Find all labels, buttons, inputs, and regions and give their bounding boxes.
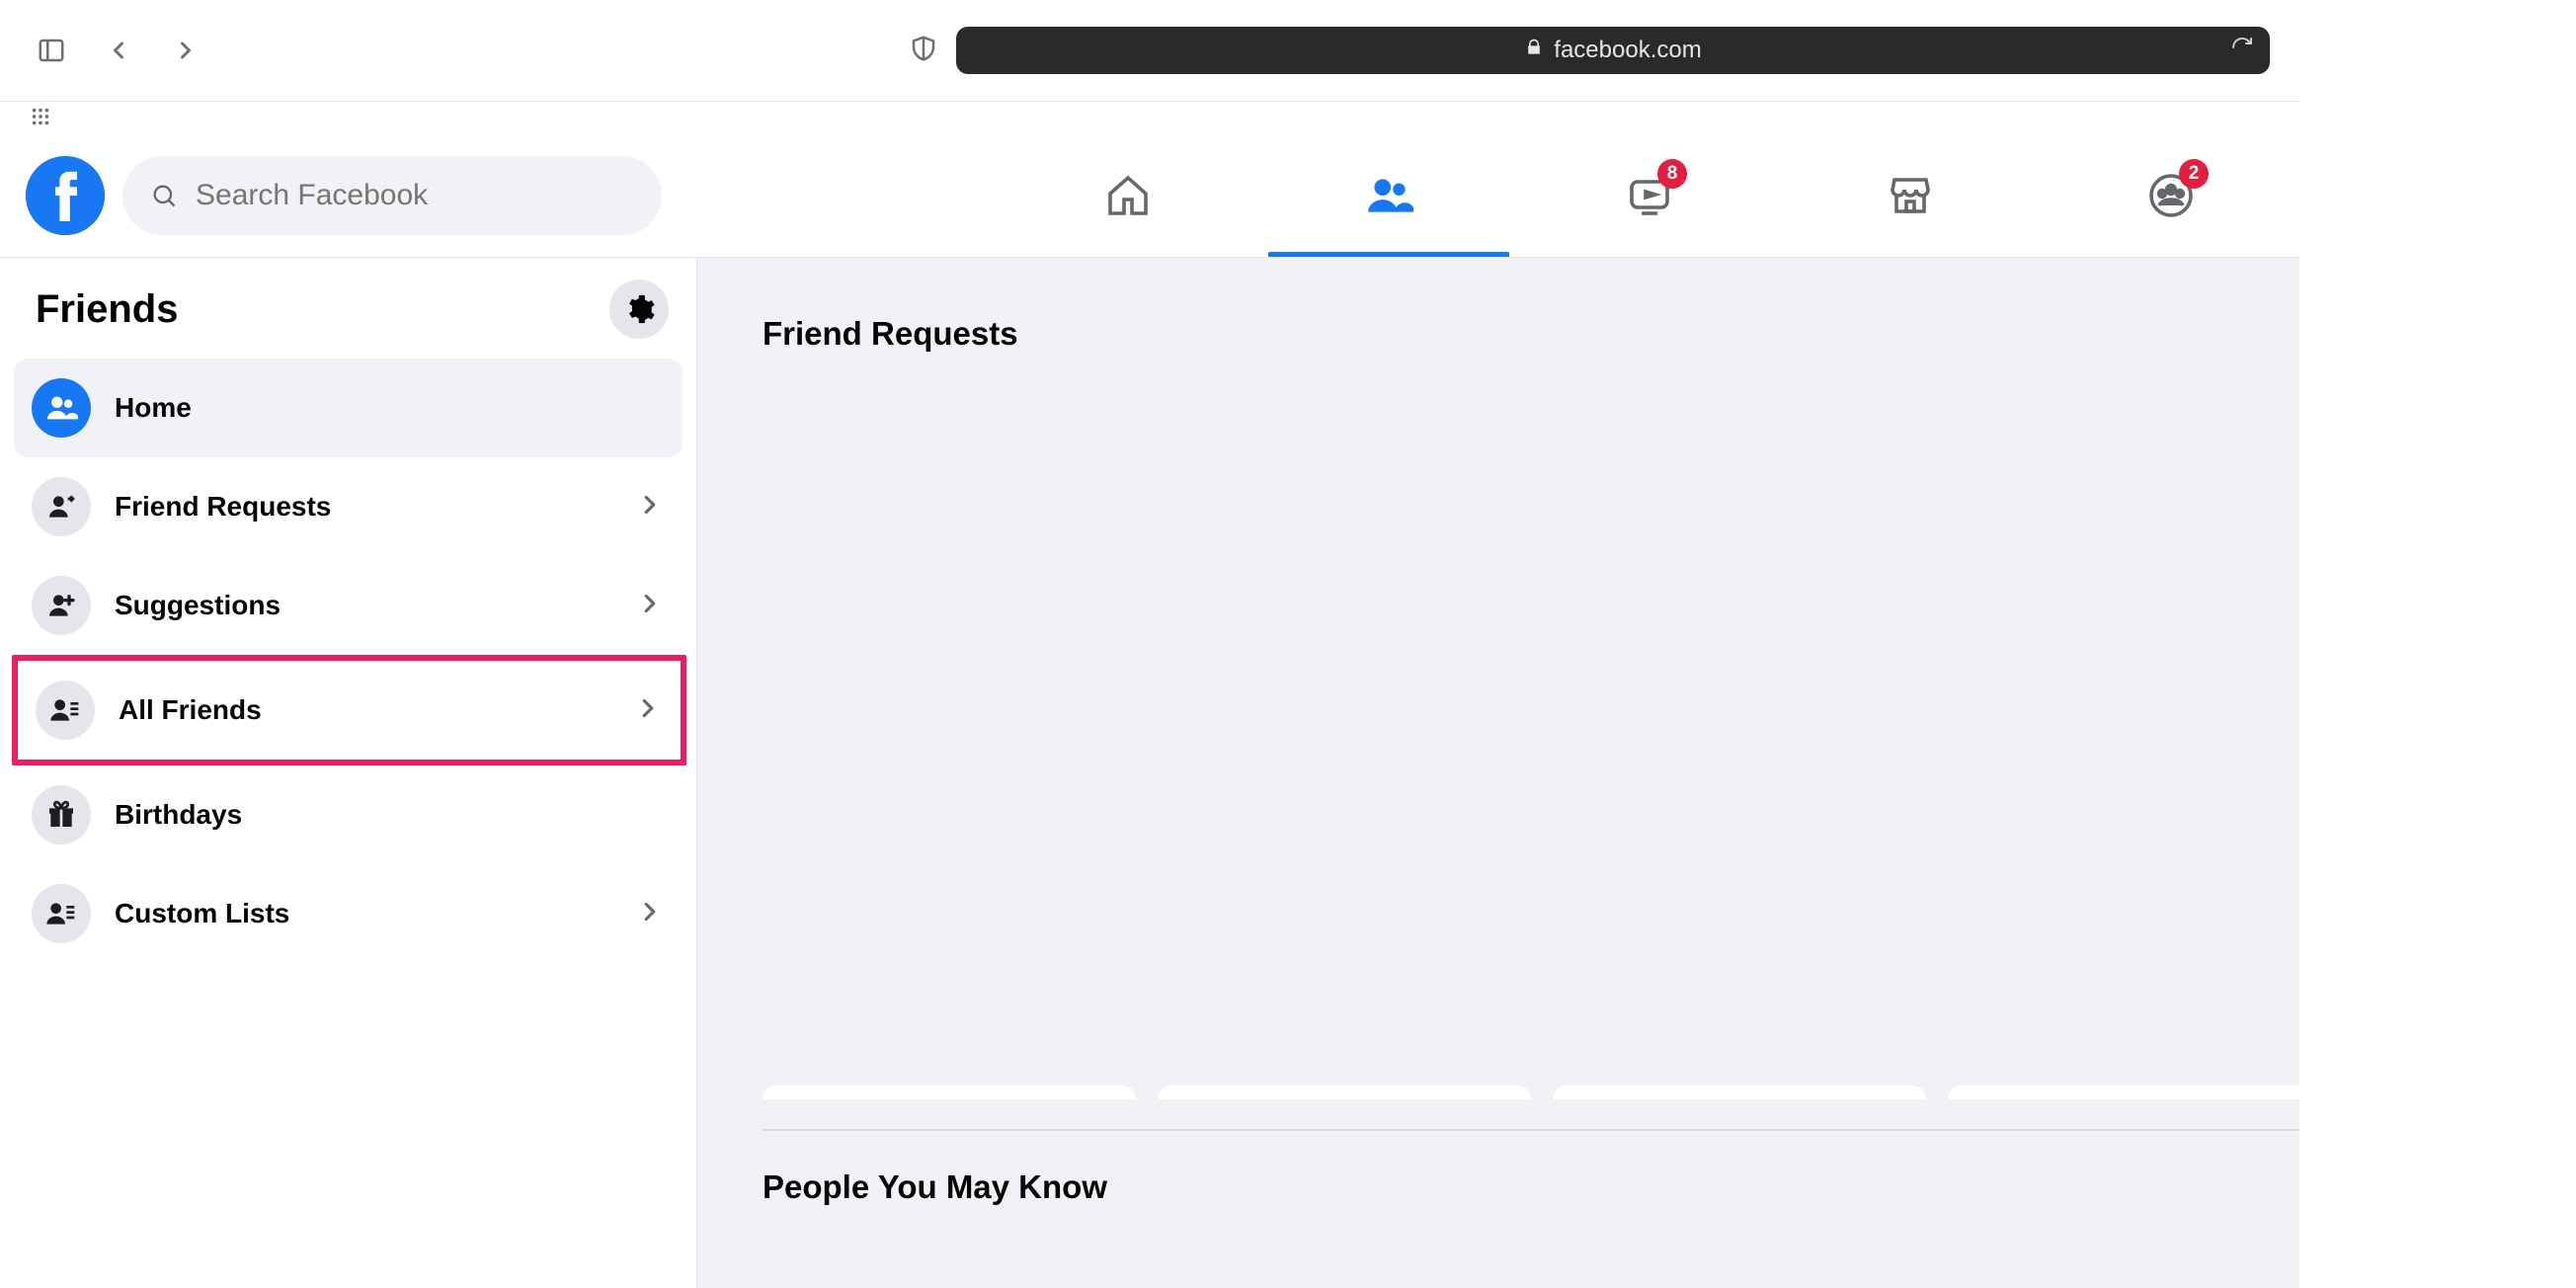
gear-icon bbox=[622, 292, 656, 326]
sidebar-item-label: Home bbox=[115, 392, 192, 424]
nav-groups[interactable]: 2 bbox=[2041, 133, 2301, 257]
sidebar-item-label: Custom Lists bbox=[115, 898, 289, 929]
facebook-logo[interactable] bbox=[26, 156, 105, 235]
friends-icon bbox=[1364, 171, 1413, 220]
sidebar-item-custom-lists[interactable]: Custom Lists bbox=[14, 864, 683, 963]
chevron-right-icon bbox=[633, 693, 663, 728]
chevron-right-icon bbox=[635, 490, 665, 524]
grid-menu-icon[interactable] bbox=[30, 106, 51, 132]
sidebar-item-all-friends[interactable]: All Friends bbox=[18, 661, 681, 760]
groups-badge: 2 bbox=[2179, 159, 2209, 189]
friend-request-card[interactable] bbox=[1158, 1086, 1531, 1099]
search-icon bbox=[150, 182, 178, 209]
facebook-top-bar: 8 2 bbox=[0, 133, 2576, 258]
friend-request-card[interactable] bbox=[763, 1086, 1136, 1099]
browser-chrome: facebook.com bbox=[0, 0, 2576, 102]
sidebar-item-suggestions[interactable]: Suggestions bbox=[14, 556, 683, 655]
section-divider bbox=[763, 1129, 2511, 1131]
reload-button[interactable] bbox=[2230, 36, 2254, 66]
friend-request-card[interactable] bbox=[1553, 1086, 1926, 1099]
browser-favorites-row bbox=[0, 102, 2576, 133]
friends-icon bbox=[32, 378, 91, 438]
nav-friends[interactable] bbox=[1258, 133, 1519, 257]
search-input[interactable] bbox=[196, 179, 634, 212]
forward-button[interactable] bbox=[164, 29, 207, 72]
marketplace-icon bbox=[1887, 172, 1934, 219]
sidebar-title: Friends bbox=[36, 287, 178, 332]
lock-icon bbox=[1524, 37, 1544, 64]
url-bar[interactable]: facebook.com bbox=[956, 27, 2270, 74]
sidebar-toggle-button[interactable] bbox=[30, 29, 73, 72]
friend-request-icon bbox=[32, 477, 91, 536]
sidebar-item-birthdays[interactable]: Birthdays bbox=[14, 765, 683, 864]
sidebar-list: Home Friend Requests Suggestions bbox=[0, 353, 696, 969]
back-button[interactable] bbox=[97, 29, 140, 72]
nav-watch[interactable]: 8 bbox=[1519, 133, 1780, 257]
highlight-annotation: All Friends bbox=[12, 655, 686, 765]
friend-list-icon bbox=[32, 884, 91, 943]
friend-add-icon bbox=[32, 576, 91, 635]
privacy-shield-icon[interactable] bbox=[909, 34, 938, 68]
friend-requests-heading: Friend Requests bbox=[763, 315, 2511, 353]
sidebar-item-label: Birthdays bbox=[115, 799, 242, 831]
people-you-may-know-heading: People You May Know bbox=[763, 1168, 2511, 1206]
friend-list-icon bbox=[36, 681, 95, 740]
watch-badge: 8 bbox=[1657, 159, 1687, 189]
search-box[interactable] bbox=[122, 156, 662, 235]
chevron-right-icon bbox=[635, 897, 665, 931]
gift-icon bbox=[32, 785, 91, 845]
sidebar-item-label: All Friends bbox=[119, 694, 262, 726]
top-nav: 8 2 bbox=[998, 133, 2301, 257]
chevron-right-icon bbox=[635, 589, 665, 623]
settings-button[interactable] bbox=[609, 280, 669, 339]
friend-request-card[interactable] bbox=[1948, 1086, 2321, 1099]
sidebar-item-label: Suggestions bbox=[115, 590, 281, 621]
url-text: facebook.com bbox=[1554, 37, 1701, 64]
sidebar-item-label: Friend Requests bbox=[115, 491, 331, 523]
viewport-cutoff bbox=[2299, 0, 2576, 1288]
friend-requests-area bbox=[763, 388, 2511, 1099]
sidebar-item-friend-requests[interactable]: Friend Requests bbox=[14, 457, 683, 556]
nav-marketplace[interactable] bbox=[1780, 133, 2041, 257]
home-icon bbox=[1104, 172, 1152, 219]
card-placeholders bbox=[763, 1086, 2511, 1099]
sidebar-item-home[interactable]: Home bbox=[14, 359, 683, 457]
nav-home[interactable] bbox=[998, 133, 1258, 257]
friends-sidebar: Friends Home Friend Requests bbox=[0, 258, 697, 1288]
main-content: Friend Requests People You May Know bbox=[697, 258, 2576, 1288]
